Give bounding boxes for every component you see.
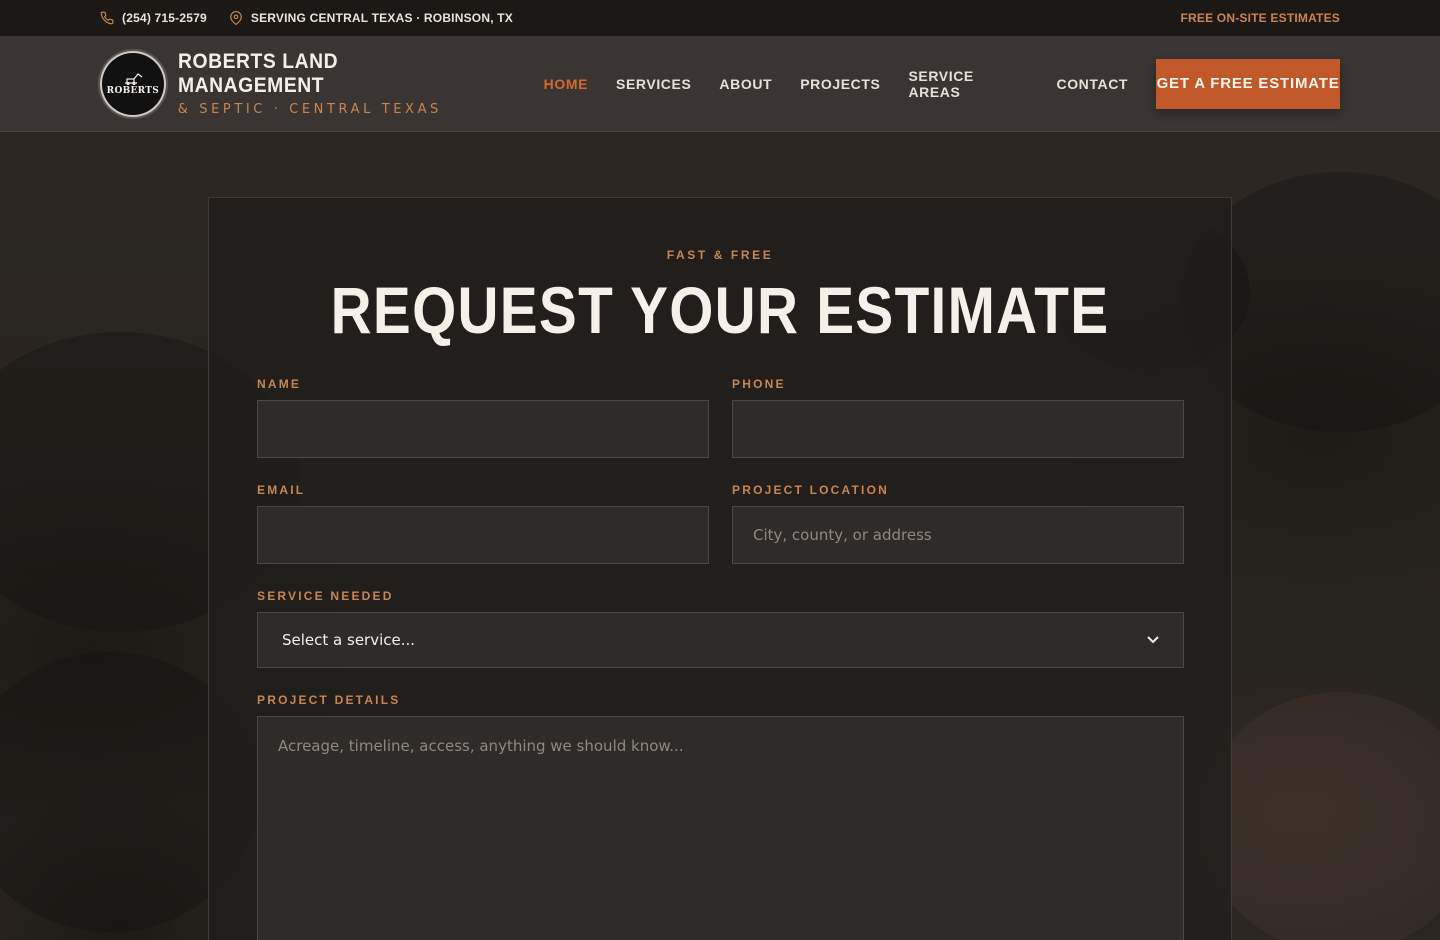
brand-name: ROBERTS LAND MANAGEMENT: [177, 50, 338, 97]
logo-text: ROBERTS: [106, 86, 160, 96]
form-eyebrow: FAST & FREE: [666, 248, 774, 262]
phone-input[interactable]: [732, 400, 1184, 458]
logo[interactable]: ROBERTS: [100, 50, 166, 117]
excavator-icon: [124, 73, 143, 85]
location-label: PROJECT LOCATION: [732, 483, 889, 497]
phone-icon: [100, 11, 114, 25]
email-label: EMAIL: [257, 483, 306, 497]
topbar-location: SERVING CENTRAL TEXAS · ROBINSON, TX: [229, 11, 513, 25]
nav-about[interactable]: ABOUT: [719, 76, 772, 92]
site-header: ROBERTS ROBERTS LAND MANAGEMENT & SEPTIC…: [0, 36, 1440, 132]
nav-home[interactable]: HOME: [544, 76, 588, 92]
name-input[interactable]: [257, 400, 709, 458]
form-title: REQUEST YOUR ESTIMATE: [330, 273, 1110, 347]
details-label: PROJECT DETAILS: [257, 693, 401, 707]
location-input[interactable]: [732, 506, 1184, 564]
chevron-down-icon: [1147, 636, 1159, 644]
service-label: SERVICE NEEDED: [257, 589, 394, 603]
main-nav: HOME SERVICES ABOUT PROJECTS SERVICE ARE…: [516, 58, 1341, 109]
topbar-phone[interactable]: (254) 715-2579: [100, 11, 207, 25]
phone-label: PHONE: [732, 377, 786, 391]
estimate-form-card: FAST & FREE REQUEST YOUR ESTIMATE NAME P…: [208, 197, 1232, 940]
nav-services[interactable]: SERVICES: [616, 76, 691, 92]
topbar-phone-text: (254) 715-2579: [122, 11, 207, 25]
email-input[interactable]: [257, 506, 709, 564]
map-pin-icon: [230, 11, 242, 25]
details-textarea[interactable]: [257, 716, 1184, 940]
nav-contact[interactable]: CONTACT: [1056, 76, 1128, 92]
service-select-value: Select a service...: [282, 631, 416, 649]
brand-tagline: & SEPTIC · CENTRAL TEXAS: [177, 102, 442, 117]
brand[interactable]: ROBERTS LAND MANAGEMENT & SEPTIC · CENTR…: [178, 50, 516, 117]
top-bar: (254) 715-2579 SERVING CENTRAL TEXAS · R…: [0, 0, 1440, 36]
topbar-promo: FREE ON-SITE ESTIMATES: [1180, 11, 1340, 25]
name-label: NAME: [257, 377, 302, 391]
topbar-location-text: SERVING CENTRAL TEXAS · ROBINSON, TX: [250, 11, 513, 25]
nav-projects[interactable]: PROJECTS: [800, 76, 880, 92]
nav-service-areas[interactable]: SERVICE AREAS: [908, 68, 1028, 100]
service-select[interactable]: Select a service...: [257, 612, 1184, 668]
free-estimate-button[interactable]: GET A FREE ESTIMATE: [1156, 58, 1341, 109]
